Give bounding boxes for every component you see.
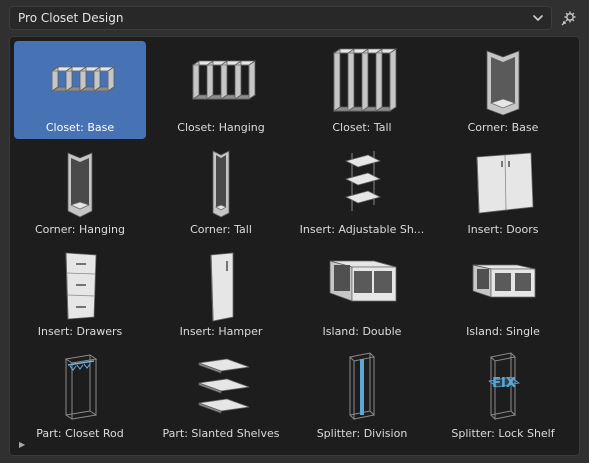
asset-item[interactable]: Part: Closet Rod — [14, 347, 146, 445]
asset-item-label: Splitter: Lock Shelf — [451, 427, 555, 440]
asset-item[interactable]: Closet: Tall — [296, 41, 428, 139]
asset-item-label: Closet: Tall — [332, 121, 392, 134]
hamper-icon — [210, 252, 234, 322]
asset-item-label: Part: Slanted Shelves — [162, 427, 280, 440]
asset-item[interactable]: Insert: Adjustable Sh... — [296, 143, 428, 241]
asset-item[interactable]: Closet: Base — [14, 41, 146, 139]
splitter-division-icon — [348, 352, 376, 421]
asset-item[interactable]: Island: Single — [437, 245, 569, 343]
chevron-down-icon — [533, 15, 543, 21]
drawers-icon — [65, 252, 97, 320]
asset-item[interactable]: FIX Splitter: Lock Shelf — [437, 347, 569, 445]
asset-item[interactable]: Insert: Doors — [437, 143, 569, 241]
asset-item[interactable]: Splitter: Division — [296, 347, 428, 445]
asset-grid: Closet: Base Closet: Hanging Closet: Tall … — [14, 41, 569, 445]
asset-item-label: Island: Double — [322, 325, 402, 338]
library-dropdown[interactable]: Pro Closet Design — [9, 6, 552, 30]
asset-browser-panel: Closet: Base Closet: Hanging Closet: Tall … — [9, 36, 580, 456]
asset-item[interactable]: Corner: Hanging — [14, 143, 146, 241]
fix-label: FIX — [492, 376, 516, 391]
asset-item[interactable]: Closet: Hanging — [155, 41, 287, 139]
closet-base-icon — [50, 66, 116, 92]
expand-triangle-icon[interactable]: ▶ — [19, 440, 25, 449]
asset-item-label: Part: Closet Rod — [36, 427, 124, 440]
asset-item-label: Corner: Base — [467, 121, 539, 134]
slanted-shelves-icon — [198, 358, 250, 414]
asset-item-label: Island: Single — [466, 325, 540, 338]
adjustable-shelves-icon — [344, 151, 382, 211]
asset-item-label: Corner: Hanging — [35, 223, 125, 236]
asset-item-label: Insert: Doors — [467, 223, 539, 236]
island-single-icon — [472, 264, 536, 298]
asset-item[interactable]: Island: Double — [296, 245, 428, 343]
doors-icon — [476, 152, 534, 214]
closet-tall-icon — [332, 48, 398, 112]
asset-item-label: Closet: Base — [45, 121, 115, 134]
asset-item-label: Insert: Hamper — [179, 325, 263, 338]
asset-item[interactable]: Corner: Tall — [155, 143, 287, 241]
asset-item[interactable]: Part: Slanted Shelves — [155, 347, 287, 445]
corner-base-icon — [486, 50, 520, 116]
splitter-lock-shelf-icon: FIX — [488, 352, 520, 421]
closet-hanging-icon — [191, 60, 257, 100]
asset-item[interactable]: Corner: Base — [437, 41, 569, 139]
asset-item-label: Closet: Hanging — [177, 121, 265, 134]
asset-item-label: Corner: Tall — [190, 223, 252, 236]
library-dropdown-value: Pro Closet Design — [18, 11, 124, 25]
corner-tall-icon — [212, 150, 230, 218]
asset-item-label: Splitter: Division — [316, 427, 408, 440]
corner-hanging-icon — [67, 152, 93, 218]
asset-item-label: Insert: Adjustable Sh... — [299, 223, 425, 236]
settings-gear-icon[interactable] — [558, 7, 580, 29]
asset-item-label: Insert: Drawers — [37, 325, 123, 338]
closet-rod-icon — [64, 354, 98, 420]
asset-item[interactable]: Insert: Drawers — [14, 245, 146, 343]
asset-item[interactable]: Insert: Hamper — [155, 245, 287, 343]
island-double-icon — [329, 260, 397, 302]
